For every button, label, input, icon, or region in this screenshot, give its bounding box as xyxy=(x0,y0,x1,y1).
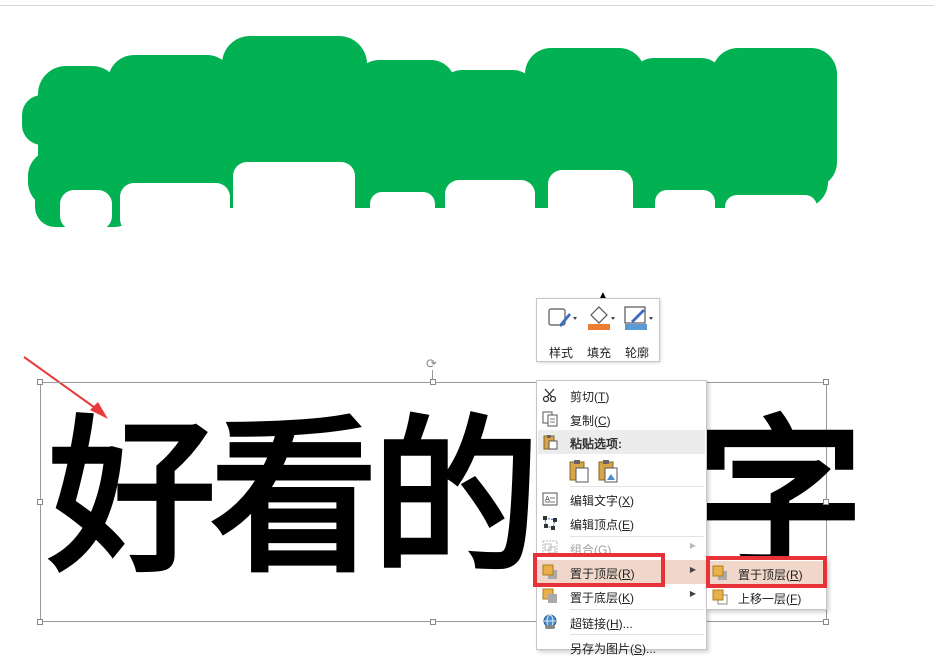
send-to-back-end: ) xyxy=(630,591,635,605)
save-as-picture-label: 另存为图片( xyxy=(570,642,634,656)
edit-text-icon: A xyxy=(542,491,558,507)
bring-to-front-end: ) xyxy=(630,567,635,581)
edit-text-label: 编辑文字( xyxy=(570,494,622,508)
send-to-back-key: K xyxy=(622,591,631,605)
save-as-picture-key: S xyxy=(634,642,643,656)
sub-bring-to-front-end: ) xyxy=(798,568,803,582)
menu-item-bring-to-front[interactable]: 置于顶层(R) ▶ xyxy=(537,560,706,584)
resize-handle-top-left[interactable] xyxy=(37,379,43,385)
menu-item-edit-points[interactable]: 编辑顶点(E) xyxy=(537,511,706,535)
fill-button[interactable]: 填充 xyxy=(581,303,617,360)
menu-item-save-as-picture[interactable]: 另存为图片(S)... xyxy=(537,635,706,659)
hyperlink-label: 超链接( xyxy=(570,617,610,631)
bring-to-front-key: R xyxy=(622,567,631,581)
edit-points-label: 编辑顶点( xyxy=(570,518,622,532)
submenu-item-bring-forward[interactable]: 上移一层(F) xyxy=(707,585,826,609)
menu-item-send-to-back[interactable]: 置于底层(K) ▶ xyxy=(537,584,706,608)
edit-text-key: X xyxy=(622,494,631,508)
wordart-char: 看 xyxy=(210,400,378,596)
mini-toolbar: 样式 填充 轮廓 xyxy=(536,298,660,362)
submenu-arrow-icon: ▶ xyxy=(689,589,696,598)
globe-link-icon xyxy=(542,614,558,630)
style-icon xyxy=(548,308,577,327)
edit-points-end: ) xyxy=(630,518,635,532)
send-to-back-label: 置于底层( xyxy=(570,591,622,605)
copy-key: C xyxy=(598,414,607,428)
copy-icon xyxy=(542,411,558,427)
resize-handle-top[interactable] xyxy=(430,379,436,385)
bring-forward-label: 上移一层( xyxy=(738,592,790,606)
scissors-icon xyxy=(542,387,558,403)
hyperlink-end: )... xyxy=(618,617,633,631)
resize-handle-right[interactable] xyxy=(823,499,829,505)
bring-to-front-submenu: 置于顶层(R) 上移一层(F) xyxy=(706,558,827,610)
resize-handle-bottom[interactable] xyxy=(430,619,436,625)
annotation-arrow xyxy=(23,356,108,419)
rotate-handle[interactable]: ⟳ xyxy=(426,357,437,371)
style-label: 样式 xyxy=(548,346,573,360)
paste-icon xyxy=(542,434,558,453)
copy-end: ) xyxy=(606,414,611,428)
menu-item-copy[interactable]: 复制(C) xyxy=(537,407,706,431)
cut-label: 剪切( xyxy=(570,390,598,404)
fill-label: 填充 xyxy=(586,346,611,360)
bring-to-front-icon xyxy=(712,565,728,581)
context-menu: 剪切(T) 复制(C) 粘贴选项: A 编辑文字(X) 编辑顶点(E) 组合(G… xyxy=(536,380,707,656)
resize-handle-bottom-right[interactable] xyxy=(823,619,829,625)
submenu-arrow-icon: ▶ xyxy=(689,541,696,550)
copy-label: 复制( xyxy=(570,414,598,428)
bring-to-front-label: 置于顶层( xyxy=(570,567,622,581)
group-label: 组合( xyxy=(570,543,598,557)
hyperlink-key: H xyxy=(610,617,619,631)
bring-forward-icon xyxy=(712,589,728,605)
menu-item-cut[interactable]: 剪切(T) xyxy=(537,383,706,407)
wordart-char: 的 xyxy=(372,400,540,596)
resize-handle-left[interactable] xyxy=(37,499,43,505)
paste-as-picture-icon[interactable] xyxy=(598,460,618,483)
group-key: G xyxy=(598,543,608,557)
edit-text-end: ) xyxy=(630,494,635,508)
submenu-item-bring-to-front[interactable]: 置于顶层(R) xyxy=(707,561,826,585)
submenu-arrow-icon: ▶ xyxy=(689,565,696,574)
outline-button[interactable]: 轮廓 xyxy=(619,303,655,360)
wordart-char: 好 xyxy=(48,400,216,596)
save-as-picture-end: )... xyxy=(642,642,657,656)
cut-end: ) xyxy=(605,390,610,404)
edit-points-icon xyxy=(542,515,558,531)
outline-label: 轮廓 xyxy=(624,346,649,360)
style-button[interactable]: 样式 xyxy=(543,303,579,360)
sub-bring-to-front-label: 置于顶层( xyxy=(738,568,790,582)
menu-item-hyperlink[interactable]: 超链接(H)... xyxy=(537,610,706,634)
group-icon xyxy=(542,540,558,556)
paste-keep-formatting-icon[interactable] xyxy=(569,460,589,483)
edit-points-key: E xyxy=(622,518,631,532)
paste-options-header: 粘贴选项: xyxy=(538,430,705,454)
fill-bucket-icon xyxy=(588,306,615,330)
resize-handle-top-right[interactable] xyxy=(823,379,829,385)
group-end: ) xyxy=(607,543,612,557)
resize-handle-bottom-left[interactable] xyxy=(37,619,43,625)
outline-pen-icon xyxy=(624,306,653,330)
menu-item-edit-text[interactable]: A 编辑文字(X) xyxy=(537,487,706,511)
menu-item-group[interactable]: 组合(G) ▶ xyxy=(537,536,706,560)
send-to-back-icon xyxy=(542,588,558,604)
paste-option-buttons xyxy=(567,457,627,485)
paste-options-label: 粘贴选项: xyxy=(570,437,622,451)
green-text-shape[interactable] xyxy=(0,0,934,260)
sub-bring-to-front-key: R xyxy=(790,568,799,582)
bring-to-front-icon xyxy=(542,564,558,580)
bring-forward-end: ) xyxy=(797,592,802,606)
